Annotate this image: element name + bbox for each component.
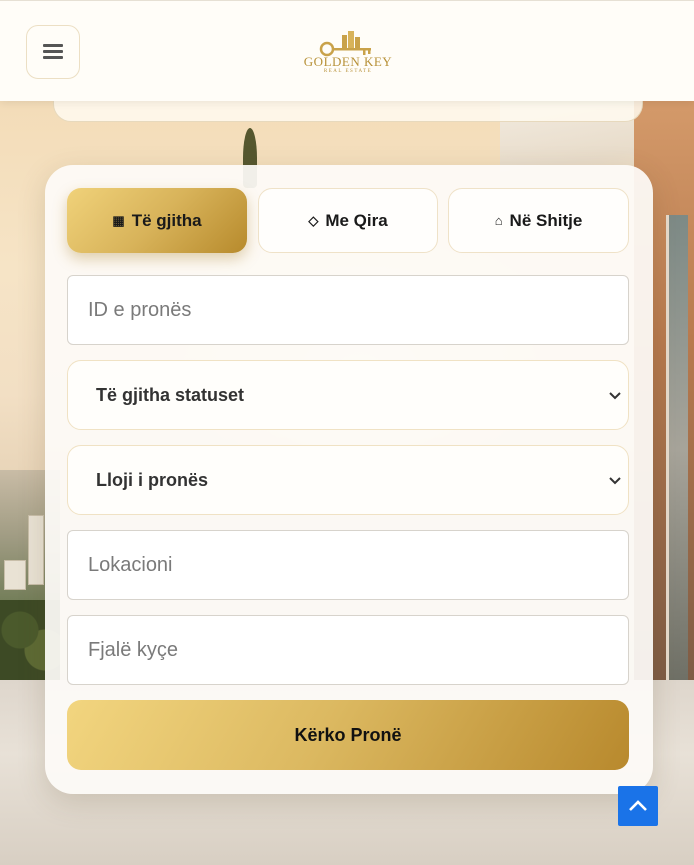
status-select[interactable]: Të gjitha statuset [67,360,629,430]
hamburger-menu-icon [43,44,63,60]
keywords-input[interactable]: Fjalë kyçe [67,615,629,685]
chevron-up-icon [629,800,647,811]
site-header: GOLDEN KEY REAL ESTATE [0,0,694,101]
tab-for-rent-label: Me Qira [325,210,388,230]
location-input[interactable]: Lokacioni [67,530,629,600]
chevron-down-icon [609,392,621,400]
grid-icon: ▦ [112,212,125,228]
logo-brand-text: GOLDEN KEY [303,54,393,69]
tab-for-sale[interactable]: ⌂ Në Shitje [448,188,629,253]
property-id-placeholder: ID e pronës [88,298,192,321]
search-property-label: Kërko Pronë [294,724,402,745]
diamond-icon: ◇ [308,212,319,228]
property-type-select-value: Lloji i pronës [96,469,209,490]
menu-button[interactable] [26,25,80,79]
location-placeholder: Lokacioni [88,553,173,576]
property-id-input[interactable]: ID e pronës [67,275,629,345]
scroll-to-top-button[interactable] [618,786,658,826]
search-property-button[interactable]: Kërko Pronë [67,700,629,770]
chevron-down-icon [609,477,621,485]
property-type-select[interactable]: Lloji i pronës [67,445,629,515]
tab-all-label: Të gjitha [131,210,202,230]
key-building-icon [319,31,371,57]
keywords-placeholder: Fjalë kyçe [88,638,179,661]
property-search-form: ▦ Të gjitha ◇ Me Qira ⌂ Në Shitje ID e p… [45,165,653,794]
tab-for-rent[interactable]: ◇ Me Qira [258,188,438,253]
status-select-value: Të gjitha statuset [96,384,245,405]
tab-for-sale-label: Në Shitje [509,210,583,230]
logo-tagline: REAL ESTATE [323,69,373,74]
logo[interactable]: GOLDEN KEY REAL ESTATE [264,25,432,81]
collapsed-panel-edge [53,100,643,122]
tab-all[interactable]: ▦ Të gjitha [67,188,247,253]
house-icon: ⌂ [494,213,503,228]
